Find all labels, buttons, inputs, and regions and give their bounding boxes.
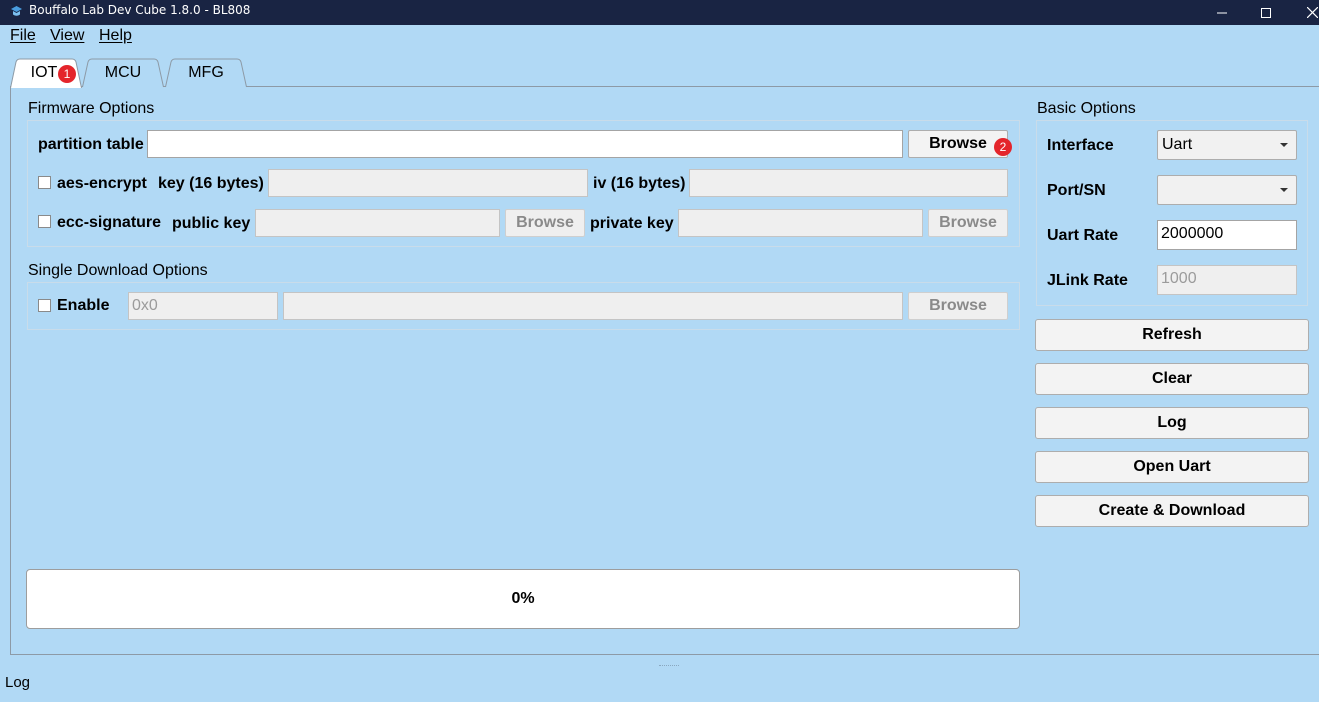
- tab-mcu-label: MCU: [104, 64, 142, 81]
- port-sn-label: Port/SN: [1047, 182, 1106, 199]
- firmware-options-title: Firmware Options: [28, 100, 155, 117]
- public-key-label: public key: [172, 215, 251, 232]
- log-button[interactable]: Log: [1035, 407, 1309, 439]
- tab-iot[interactable]: IOT 1: [10, 58, 82, 88]
- public-key-input[interactable]: [255, 209, 500, 237]
- key-label: key (16 bytes): [158, 175, 264, 192]
- interface-label: Interface: [1047, 137, 1114, 154]
- partition-table-label: partition table: [38, 136, 144, 153]
- maximize-button[interactable]: [1243, 0, 1289, 25]
- menu-bar: File View Help: [0, 25, 1319, 48]
- create-download-button[interactable]: Create & Download: [1035, 495, 1309, 527]
- title-bar: Bouffalo Lab Dev Cube 1.8.0 - BL808: [0, 0, 1319, 25]
- private-key-input[interactable]: [678, 209, 923, 237]
- minimize-icon: [1217, 12, 1227, 13]
- public-key-browse-button[interactable]: Browse: [505, 209, 585, 237]
- maximize-icon: [1261, 7, 1271, 18]
- clear-button[interactable]: Clear: [1035, 363, 1309, 395]
- uart-rate-label: Uart Rate: [1047, 227, 1119, 244]
- uart-rate-input[interactable]: 2000000: [1157, 220, 1297, 250]
- single-address-input[interactable]: 0x0: [128, 292, 278, 320]
- step-badge-1: 1: [58, 65, 76, 83]
- tab-mfg-label: MFG: [188, 64, 224, 81]
- private-key-label: private key: [590, 215, 674, 232]
- minimize-button[interactable]: [1199, 0, 1245, 25]
- close-icon: [1306, 7, 1318, 18]
- interface-select-value: Uart: [1162, 136, 1193, 153]
- menu-help[interactable]: Help: [99, 27, 132, 45]
- partition-table-input[interactable]: [147, 130, 903, 158]
- single-download-title: Single Download Options: [28, 262, 208, 279]
- single-browse-button[interactable]: Browse: [908, 292, 1008, 320]
- aes-encrypt-checkbox[interactable]: [38, 176, 51, 189]
- step-badge-2: 2: [994, 138, 1012, 156]
- aes-encrypt-label: aes-encrypt: [57, 175, 147, 192]
- aes-iv-input[interactable]: [689, 169, 1008, 197]
- aes-key-input[interactable]: [268, 169, 588, 197]
- progress-text: 0%: [511, 590, 535, 607]
- chevron-down-icon: [1280, 188, 1288, 192]
- jlink-rate-input[interactable]: 1000: [1157, 265, 1297, 295]
- window-title: Bouffalo Lab Dev Cube 1.8.0 - BL808: [29, 3, 251, 17]
- chevron-down-icon: [1280, 143, 1288, 147]
- tab-mcu[interactable]: MCU: [82, 58, 164, 88]
- private-key-browse-button[interactable]: Browse: [928, 209, 1008, 237]
- partition-browse-button[interactable]: Browse: [908, 130, 1008, 158]
- single-enable-checkbox[interactable]: [38, 299, 51, 312]
- ecc-signature-checkbox[interactable]: [38, 215, 51, 228]
- app-logo-icon: [11, 6, 22, 16]
- jlink-rate-label: JLink Rate: [1047, 272, 1128, 289]
- refresh-button[interactable]: Refresh: [1035, 319, 1309, 351]
- single-enable-label: Enable: [57, 297, 110, 314]
- basic-options-title: Basic Options: [1037, 100, 1136, 117]
- panel-splitter-handle[interactable]: [659, 665, 679, 668]
- log-panel-label: Log: [5, 674, 31, 691]
- iv-label: iv (16 bytes): [593, 175, 686, 192]
- menu-file[interactable]: File: [10, 27, 36, 45]
- tab-mfg[interactable]: MFG: [165, 58, 247, 88]
- close-button[interactable]: [1289, 0, 1319, 25]
- ecc-signature-label: ecc-signature: [57, 214, 162, 231]
- menu-view[interactable]: View: [50, 27, 84, 45]
- progress-bar: 0%: [26, 569, 1020, 629]
- interface-select[interactable]: Uart: [1157, 130, 1297, 160]
- single-file-input[interactable]: [283, 292, 903, 320]
- open-uart-button[interactable]: Open Uart: [1035, 451, 1309, 483]
- port-sn-select[interactable]: [1157, 175, 1297, 205]
